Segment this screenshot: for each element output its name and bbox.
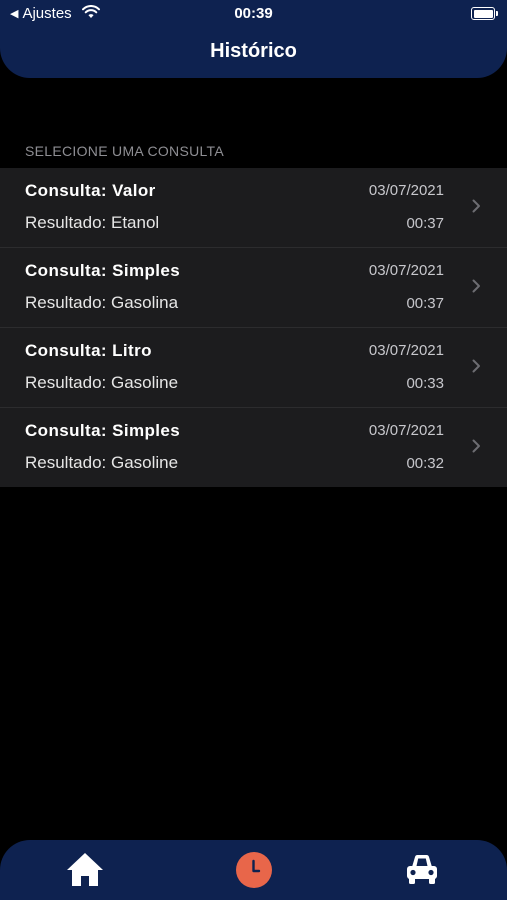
history-row[interactable]: Consulta: Simples Resultado: Gasoline 03… <box>0 408 507 487</box>
query-type: Consulta: Simples <box>25 421 181 440</box>
query-type: Consulta: Simples <box>25 261 181 280</box>
query-time: 00:32 <box>406 455 444 472</box>
home-icon[interactable] <box>65 850 105 890</box>
clock-icon[interactable] <box>234 850 274 890</box>
query-result: Resultado: Gasolina <box>25 293 179 312</box>
chevron-right-icon <box>472 439 480 453</box>
query-date: 03/07/2021 <box>368 182 444 199</box>
chevron-right-icon <box>472 359 480 373</box>
query-type: Consulta: Valor <box>25 181 156 200</box>
query-time: 00:37 <box>406 215 444 232</box>
query-result: Resultado: Gasoline <box>25 373 179 392</box>
battery-icon <box>471 7 498 20</box>
query-time: 00:33 <box>406 375 444 392</box>
car-icon[interactable] <box>402 850 442 890</box>
query-date: 03/07/2021 <box>368 422 444 439</box>
section-label: SELECIONE UMA CONSULTA <box>25 143 225 159</box>
history-row[interactable]: Consulta: Valor Resultado: Etanol 03/07/… <box>0 168 507 248</box>
query-time: 00:37 <box>406 295 444 312</box>
status-bar: ◀ Ajustes 00:39 <box>0 0 507 28</box>
query-type: Consulta: Litro <box>25 341 152 360</box>
status-time: 00:39 <box>234 5 273 22</box>
history-row[interactable]: Consulta: Litro Resultado: Gasoline 03/0… <box>0 328 507 408</box>
history-list: Consulta: Valor Resultado: Etanol 03/07/… <box>0 168 507 487</box>
chevron-right-icon <box>472 279 480 293</box>
query-date: 03/07/2021 <box>368 342 444 359</box>
history-row[interactable]: Consulta: Simples Resultado: Gasolina 03… <box>0 248 507 328</box>
header-bar: ◀ Ajustes 00:39 Histórico <box>0 0 507 78</box>
page-title: Histórico <box>210 40 297 62</box>
query-result: Resultado: Etanol <box>25 213 160 232</box>
tab-bar <box>0 840 507 900</box>
chevron-right-icon <box>472 199 480 213</box>
query-date: 03/07/2021 <box>368 262 444 279</box>
query-result: Resultado: Gasoline <box>25 453 179 472</box>
